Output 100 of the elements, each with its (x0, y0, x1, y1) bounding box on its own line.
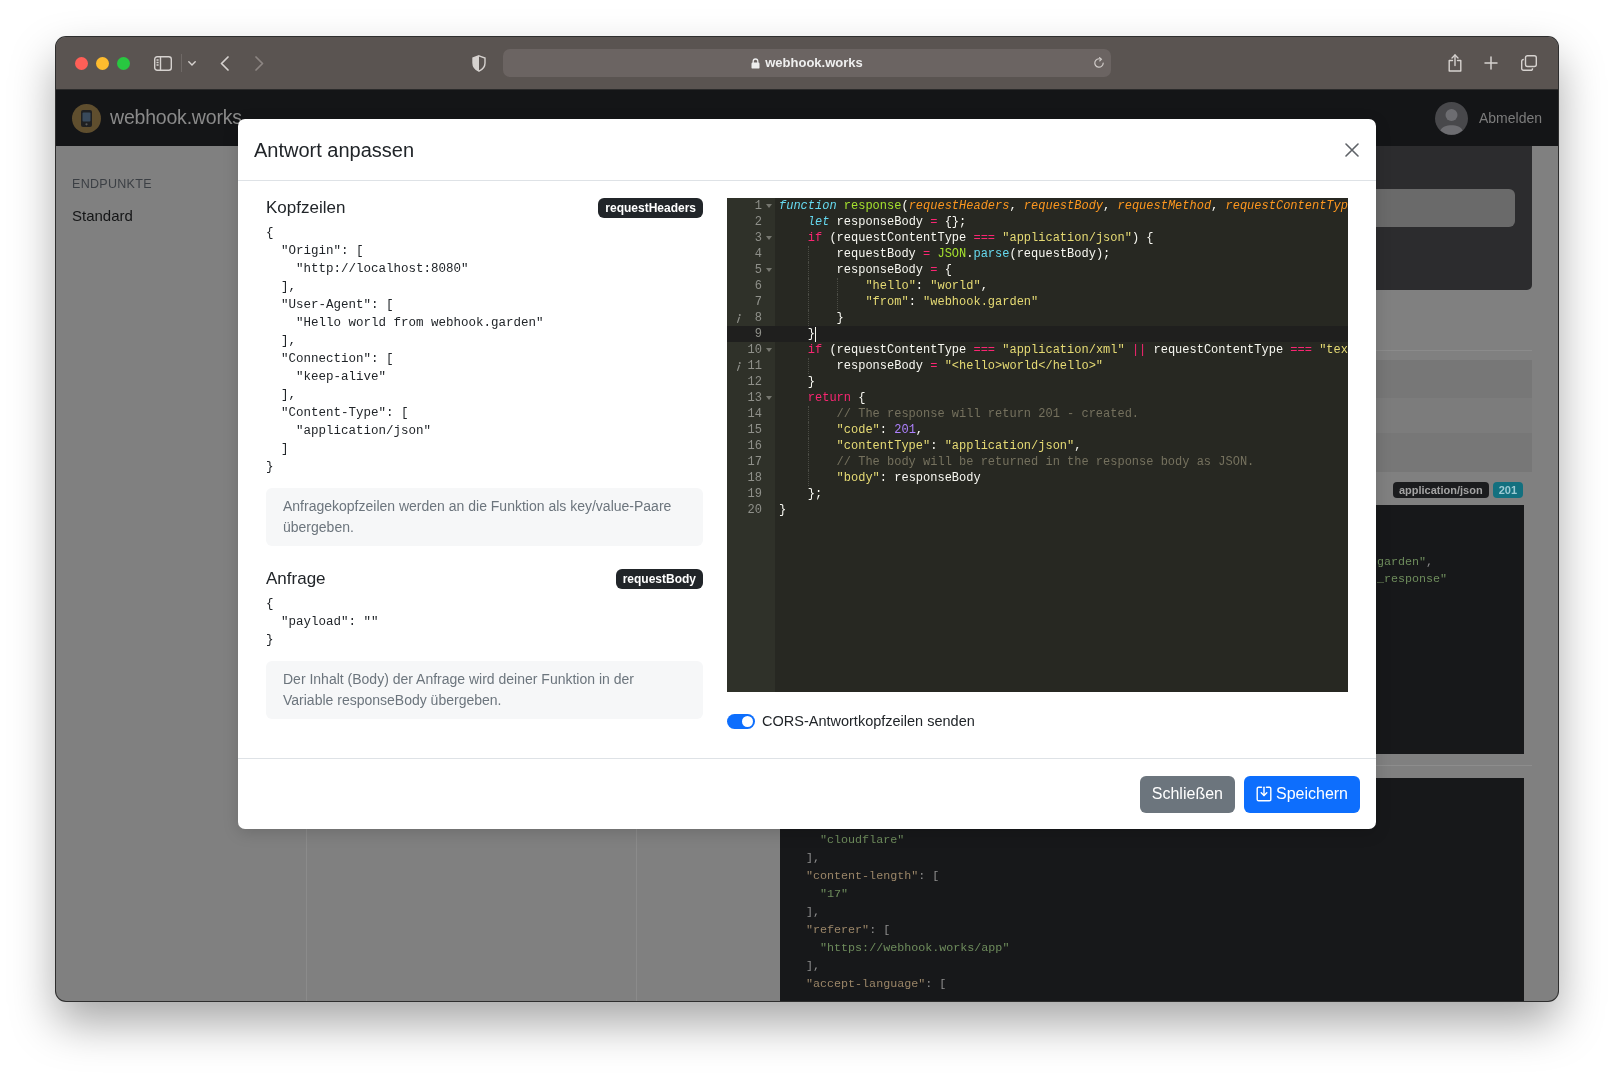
code-line: ], (806, 850, 821, 867)
line-number: 13 (746, 390, 762, 406)
code-line: { (266, 596, 274, 613)
status-badge: 201 (1492, 482, 1523, 498)
text-field[interactable] (1376, 189, 1515, 227)
close-window-icon[interactable] (75, 56, 88, 70)
share-icon[interactable] (1448, 54, 1462, 72)
avatar-icon[interactable] (1434, 101, 1468, 135)
code-line: } (836, 310, 844, 326)
line-number: 18 (746, 470, 762, 486)
code-line: _response" (1377, 571, 1448, 588)
code-line: "17" (820, 886, 849, 903)
code-line: "from": "webhook.garden" (865, 294, 1039, 310)
variable-badge: requestHeaders (598, 198, 703, 218)
code-line: "Content-Type": [ (281, 405, 409, 422)
lock-icon (751, 57, 761, 69)
code-line: "https://webhook.works/app" (820, 940, 1010, 957)
sidebar-item[interactable]: Standard (72, 206, 133, 226)
plus-icon[interactable] (1484, 56, 1498, 70)
code-line: } (779, 502, 787, 518)
info-icon[interactable] (735, 313, 741, 323)
line-number: 9 (753, 326, 762, 342)
sidebar-icon[interactable] (154, 55, 172, 71)
chevron-down-icon[interactable] (188, 60, 196, 66)
code-line: ], (281, 333, 297, 350)
dialog-title: Antwort anpassen (254, 137, 415, 163)
switch-label[interactable]: CORS-Antwortkopfzeilen senden (762, 712, 975, 730)
reload-icon[interactable] (1093, 57, 1105, 69)
code-line: "application/json" (296, 423, 432, 440)
code-line: "payload": "" (281, 614, 379, 631)
code-line: "contentType": "application/json", (836, 438, 1082, 454)
line-number: 11 (746, 358, 762, 374)
save-button[interactable]: Speichern (1243, 775, 1360, 813)
line-number: 16 (746, 438, 762, 454)
code-line: "accept-language": [ (806, 976, 947, 993)
address-bar[interactable]: webhook.works (503, 49, 1111, 77)
code-line: "Connection": [ (281, 351, 394, 368)
code-line: if (requestContentType === "application/json") { (807, 230, 1154, 246)
tabs-icon[interactable] (1521, 55, 1537, 71)
code-line: ], (806, 958, 821, 975)
cors-switch[interactable] (727, 713, 755, 729)
line-number: 19 (746, 486, 762, 502)
code-editor[interactable] (727, 198, 1348, 692)
code-line: responseBody = "<hello>world</hello>" (836, 358, 1104, 374)
code-line: ], (806, 904, 821, 921)
fold-arrow-icon[interactable] (765, 204, 772, 208)
logo-icon (72, 103, 101, 133)
code-line: }; (807, 486, 823, 502)
code-line: } (266, 632, 274, 649)
hint-text: Anfragekopfzeilen werden an die Funktion als key/value-Paare übergeben. (283, 497, 673, 537)
code-line: function response(requestHeaders, requestBody, requestMethod, requestContentTyp (779, 198, 1348, 214)
code-line: // The response will return 201 - created. (836, 406, 1140, 422)
code-line: } (266, 459, 274, 476)
fold-arrow-icon[interactable] (765, 268, 772, 272)
line-number: 8 (753, 310, 762, 326)
fold-arrow-icon[interactable] (765, 236, 772, 240)
code-line: "cloudflare" (820, 832, 905, 849)
hint-text: Der Inhalt (Body) der Anfrage wird deiner Funktion in der Variable responseBody übergeben. (283, 670, 635, 710)
shield-icon[interactable] (472, 54, 486, 72)
code-line: "body": responseBody (836, 470, 981, 486)
maximize-window-icon[interactable] (117, 56, 130, 70)
code-line: ] (281, 441, 289, 458)
code-line: "hello": "world", (865, 278, 988, 294)
code-line: } (807, 326, 815, 342)
code-line: ], (281, 279, 297, 296)
code-line: "http://localhost:8080" (296, 261, 469, 278)
forward-icon[interactable] (255, 55, 264, 71)
code-line: "code": 201, (836, 422, 924, 438)
code-line: // The body will be returned in the response body as JSON. (836, 454, 1255, 470)
section-title: Kopfzeilen (266, 198, 346, 218)
line-number: 20 (746, 502, 762, 518)
line-number: 3 (753, 230, 762, 246)
fold-arrow-icon[interactable] (765, 348, 772, 352)
line-number: 2 (753, 214, 762, 230)
brand-name[interactable]: webhook.works (110, 103, 242, 133)
back-icon[interactable] (220, 55, 229, 71)
code-line: "content-length": [ (806, 868, 940, 885)
section-title: Anfrage (266, 569, 326, 589)
line-number: 4 (753, 246, 762, 262)
minimize-window-icon[interactable] (96, 56, 109, 70)
code-line: let responseBody = {}; (807, 214, 967, 230)
line-number: 15 (746, 422, 762, 438)
logout-link[interactable]: Abmelden (1478, 107, 1542, 129)
close-button[interactable]: Schließen (1139, 775, 1235, 813)
code-line: } (807, 374, 815, 390)
code-line: "referer": [ (806, 922, 891, 939)
content-type-badge: application/json (1392, 482, 1489, 498)
line-number: 6 (753, 278, 762, 294)
code-line: responseBody = { (836, 262, 952, 278)
code-line: ], (281, 387, 297, 404)
line-number: 5 (753, 262, 762, 278)
fold-arrow-icon[interactable] (765, 396, 772, 400)
line-number: 7 (753, 294, 762, 310)
code-line: requestBody = JSON.parse(requestBody); (836, 246, 1111, 262)
code-line: "Hello world from webhook.garden" (296, 315, 544, 332)
code-line: { (266, 225, 274, 242)
code-line: if (requestContentType === "application/xml" || requestContentType === "tex (807, 342, 1348, 358)
info-icon[interactable] (735, 361, 741, 371)
code-line: "keep-alive" (296, 369, 387, 386)
close-icon[interactable] (1345, 142, 1359, 157)
